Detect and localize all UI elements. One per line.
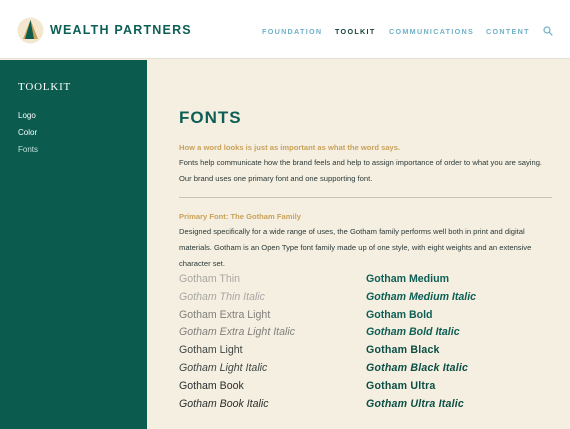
font-sample-black: Gotham Black <box>366 344 440 356</box>
nav-communications[interactable]: COMMUNICATIONS <box>389 27 474 36</box>
font-sample-light-italic: Gotham Light Italic <box>179 362 268 374</box>
nav-content[interactable]: CONTENT <box>486 27 530 36</box>
top-header: WEALTH PARTNERS FOUNDATION TOOLKIT COMMU… <box>0 0 570 59</box>
font-sample-thin: Gotham Thin <box>179 273 241 285</box>
font-sample-ultra: Gotham Ultra <box>366 380 436 392</box>
font-sample-black-italic: Gotham Black Italic <box>366 362 469 374</box>
font-sample-book: Gotham Book <box>179 380 244 392</box>
brand-name[interactable]: WEALTH PARTNERS <box>50 23 192 37</box>
font-sample-book-italic: Gotham Book Italic <box>179 398 269 410</box>
page-title: FONTS <box>179 108 242 127</box>
font-sample-thin-italic: Gotham Thin Italic <box>179 291 265 303</box>
font-sample-extra-light-italic: Gotham Extra Light Italic <box>179 326 295 338</box>
fonts-intro: Fonts help communicate how the brand fee… <box>179 158 543 183</box>
logo-mark-icon[interactable] <box>17 17 44 44</box>
fonts-tagline: How a word looks is just as important as… <box>179 143 401 152</box>
sidebar-title: TOOLKIT <box>18 81 72 93</box>
nav-foundation[interactable]: FOUNDATION <box>262 27 322 36</box>
primary-font-description: Designed specifically for a wide range o… <box>179 227 532 268</box>
sidebar-item-fonts[interactable]: Fonts <box>18 145 38 154</box>
sidebar-item-color[interactable]: Color <box>18 128 37 137</box>
section-divider <box>179 197 552 198</box>
sidebar: TOOLKIT Logo Color Fonts <box>0 60 147 429</box>
sidebar-item-logo[interactable]: Logo <box>18 111 36 120</box>
primary-font-heading: Primary Font: The Gotham Family <box>179 212 301 221</box>
font-sample-ultra-italic: Gotham Ultra Italic <box>366 398 464 410</box>
font-sample-extra-light: Gotham Extra Light <box>179 309 271 321</box>
font-sample-bold-italic: Gotham Bold Italic <box>366 326 460 338</box>
nav-toolkit[interactable]: TOOLKIT <box>335 27 376 36</box>
font-sample-medium: Gotham Medium <box>366 273 449 285</box>
font-sample-light: Gotham Light <box>179 344 243 356</box>
search-icon[interactable] <box>543 26 553 36</box>
main-content: FONTS How a word looks is just as import… <box>147 60 570 429</box>
font-sample-bold: Gotham Bold <box>366 309 433 321</box>
font-sample-medium-italic: Gotham Medium Italic <box>366 291 477 303</box>
